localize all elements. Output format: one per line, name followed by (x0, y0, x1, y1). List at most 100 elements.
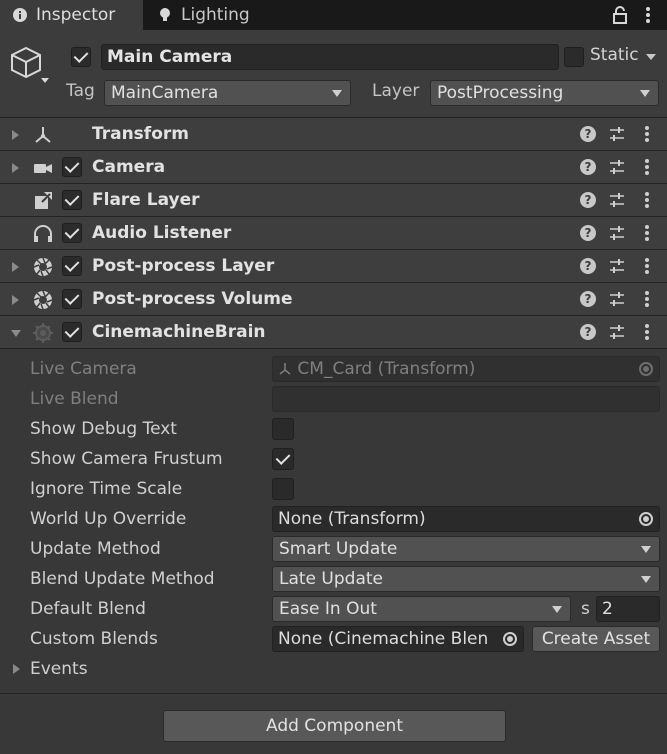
component-enabled-checkbox[interactable] (62, 256, 82, 276)
update-method-label: Update Method (30, 539, 161, 559)
live-blend-field (272, 386, 660, 412)
help-icon[interactable]: ? (580, 159, 596, 175)
add-component-button[interactable]: Add Component (163, 710, 506, 742)
chevron-down-icon (640, 90, 650, 97)
help-icon[interactable]: ? (580, 225, 596, 241)
headphones-icon (34, 225, 52, 242)
foldout-arrow-icon[interactable] (12, 262, 19, 272)
events-foldout[interactable]: Events (30, 659, 88, 679)
foldout-arrow-icon[interactable] (12, 163, 19, 173)
kebab-menu-icon[interactable] (640, 157, 654, 177)
preset-sliders-icon[interactable] (609, 126, 625, 142)
chevron-down-icon (552, 606, 562, 613)
layer-dropdown[interactable]: PostProcessing (430, 80, 659, 106)
component-camera[interactable]: Camera ? (0, 151, 667, 184)
preset-sliders-icon[interactable] (609, 291, 625, 307)
chevron-down-icon (332, 90, 342, 97)
custom-blends-label: Custom Blends (30, 629, 158, 649)
component-enabled-checkbox[interactable] (62, 289, 82, 309)
update-method-value: Smart Update (279, 539, 398, 559)
bulb-icon (160, 8, 170, 21)
kebab-menu-icon[interactable] (640, 124, 654, 144)
object-name-field[interactable]: Main Camera (101, 44, 559, 70)
help-icon[interactable]: ? (580, 126, 596, 142)
default-blend-value: Ease In Out (279, 599, 377, 619)
live-blend-label: Live Blend (30, 389, 119, 409)
tab-inspector[interactable]: Inspector (0, 0, 143, 30)
help-icon[interactable]: ? (580, 192, 596, 208)
chevron-down-icon (641, 546, 651, 553)
component-enabled-checkbox[interactable] (62, 322, 82, 342)
lock-icon[interactable] (611, 6, 629, 24)
component-enabled-checkbox[interactable] (62, 223, 82, 243)
blend-update-method-value: Late Update (279, 569, 383, 589)
component-title: Post-process Volume (92, 289, 293, 309)
update-method-dropdown[interactable]: Smart Update (272, 536, 660, 562)
component-audio-listener[interactable]: Audio Listener ? (0, 217, 667, 250)
component-cinemachine-brain[interactable]: CinemachineBrain ? (0, 316, 667, 349)
component-enabled-checkbox[interactable] (62, 190, 82, 210)
static-label[interactable]: Static (590, 45, 639, 65)
tag-dropdown[interactable]: MainCamera (104, 80, 351, 106)
live-camera-label: Live Camera (30, 359, 137, 379)
tab-bar: Inspector Lighting (0, 0, 667, 30)
foldout-arrow-icon[interactable] (12, 130, 19, 140)
preset-sliders-icon[interactable] (609, 258, 625, 274)
gameobject-cube-icon[interactable] (10, 44, 50, 84)
component-post-process-layer[interactable]: Post-process Layer ? (0, 250, 667, 283)
custom-blends-field[interactable]: None (Cinemachine Blen (272, 626, 524, 652)
camera-icon (34, 164, 52, 173)
cinemachine-brain-properties: Live Camera CM_Card (Transform) Live Ble… (0, 349, 667, 693)
aperture-icon (33, 290, 53, 310)
live-camera-value: CM_Card (Transform) (297, 359, 476, 379)
blend-update-method-dropdown[interactable]: Late Update (272, 566, 660, 592)
chevron-down-icon (641, 576, 651, 583)
component-title: Flare Layer (92, 190, 200, 210)
gameobject-header: Main Camera Static Tag MainCamera Layer … (0, 30, 667, 118)
events-foldout-arrow-icon[interactable] (13, 664, 20, 674)
default-blend-label: Default Blend (30, 599, 146, 619)
component-flare-layer[interactable]: Flare Layer ? (0, 184, 667, 217)
show-camera-frustum-checkbox[interactable] (272, 448, 294, 470)
foldout-arrow-icon[interactable] (12, 295, 19, 305)
ignore-time-scale-checkbox[interactable] (272, 478, 294, 500)
object-picker-icon[interactable] (639, 512, 653, 526)
aperture-icon (33, 257, 53, 277)
create-asset-button[interactable]: Create Asset (532, 626, 660, 652)
object-picker-icon[interactable] (503, 632, 517, 646)
kebab-menu-icon[interactable] (640, 322, 654, 342)
help-icon[interactable]: ? (580, 258, 596, 274)
footer: Add Component (0, 693, 667, 754)
live-camera-field: CM_Card (Transform) (272, 356, 660, 382)
default-blend-time-field[interactable]: 2 (596, 596, 660, 622)
component-transform[interactable]: Transform ? (0, 118, 667, 151)
preset-sliders-icon[interactable] (609, 159, 625, 175)
kebab-menu-icon[interactable] (640, 289, 654, 309)
static-dropdown-arrow-icon[interactable] (646, 54, 656, 60)
kebab-menu-icon[interactable] (640, 223, 654, 243)
show-debug-text-label: Show Debug Text (30, 419, 177, 439)
preset-sliders-icon[interactable] (609, 324, 625, 340)
transform-icon (35, 127, 51, 143)
default-blend-dropdown[interactable]: Ease In Out (272, 596, 571, 622)
world-up-override-value: None (Transform) (278, 509, 426, 529)
show-debug-text-checkbox[interactable] (272, 418, 294, 440)
kebab-menu-icon[interactable] (640, 256, 654, 276)
help-icon[interactable]: ? (580, 291, 596, 307)
cinemachine-icon (33, 323, 53, 343)
tab-lighting[interactable]: Lighting (145, 0, 262, 30)
active-checkbox[interactable] (71, 47, 91, 67)
component-enabled-checkbox[interactable] (62, 157, 82, 177)
transform-icon (279, 363, 291, 375)
foldout-arrow-icon[interactable] (11, 330, 21, 337)
kebab-menu-icon[interactable] (640, 5, 656, 25)
layer-label: Layer (372, 81, 420, 101)
help-icon[interactable]: ? (580, 324, 596, 340)
static-checkbox[interactable] (564, 47, 584, 67)
component-post-process-volume[interactable]: Post-process Volume ? (0, 283, 667, 316)
show-camera-frustum-label: Show Camera Frustum (30, 449, 223, 469)
preset-sliders-icon[interactable] (609, 192, 625, 208)
kebab-menu-icon[interactable] (640, 190, 654, 210)
preset-sliders-icon[interactable] (609, 225, 625, 241)
world-up-override-field[interactable]: None (Transform) (272, 506, 660, 532)
